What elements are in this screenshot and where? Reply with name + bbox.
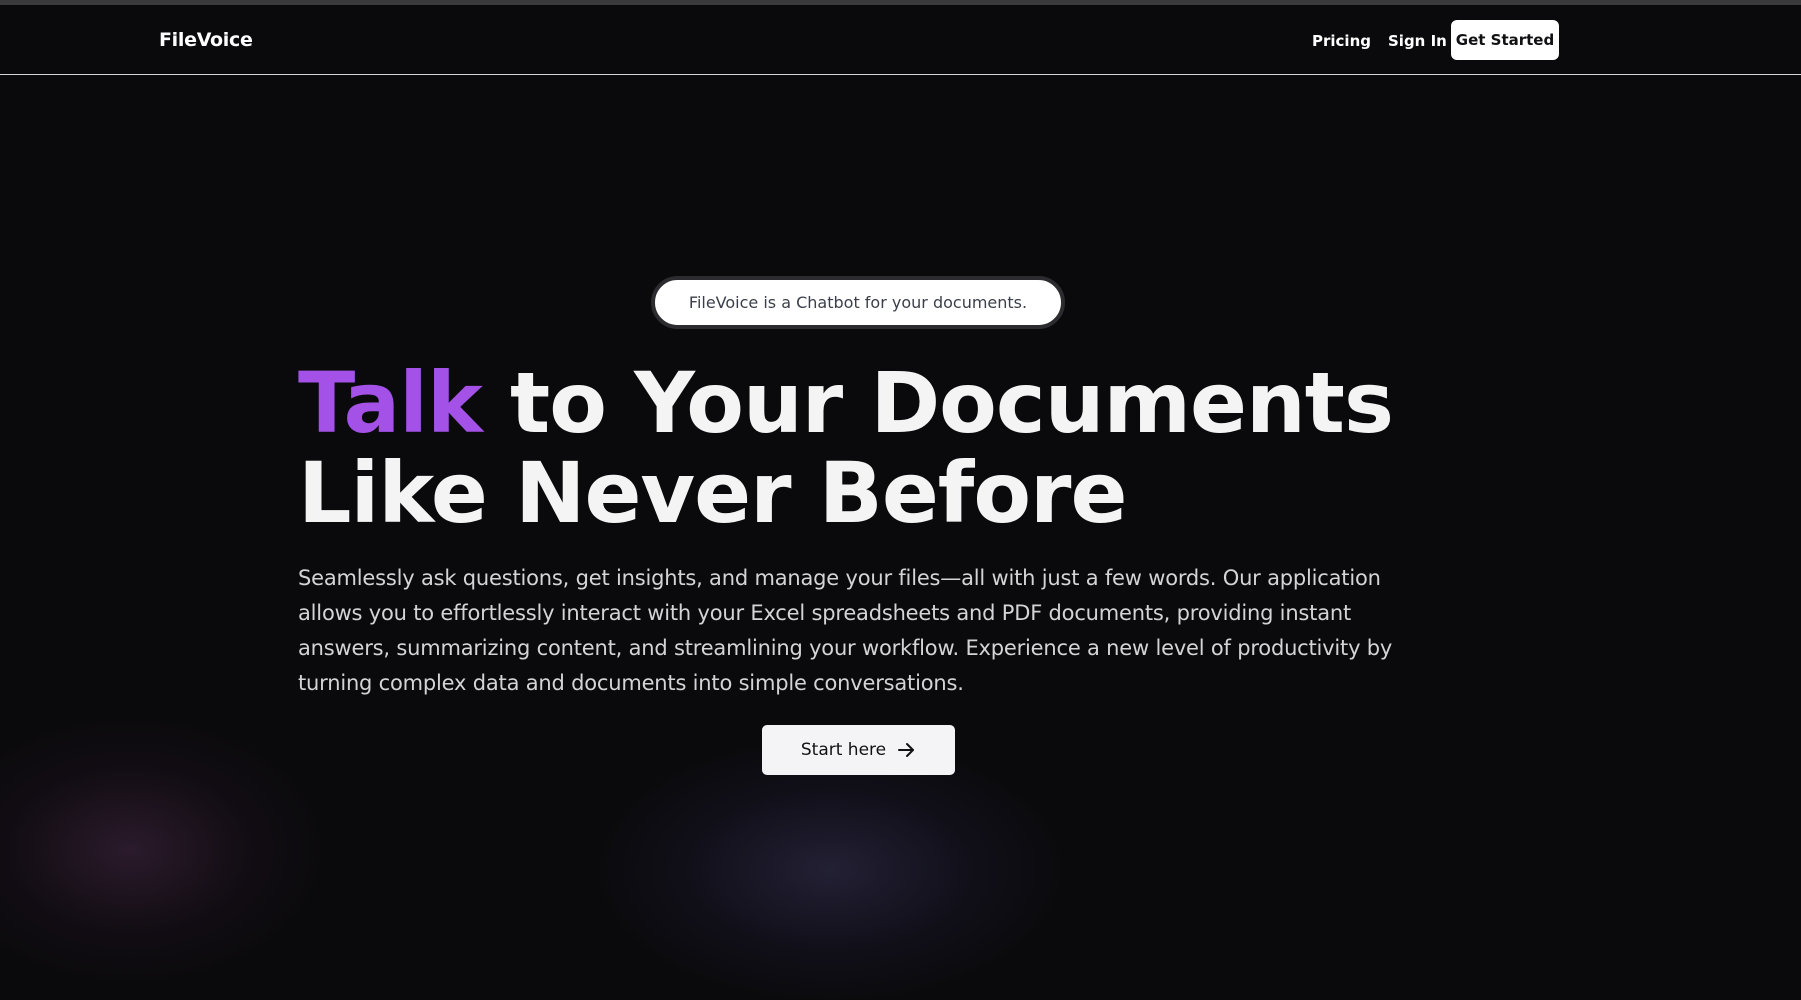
headline-accent-word: Talk: [298, 354, 483, 452]
start-here-button[interactable]: Start here: [762, 725, 955, 775]
start-here-label: Start here: [800, 740, 887, 760]
background-glow-left: [0, 720, 320, 980]
get-started-button[interactable]: Get Started: [1451, 20, 1559, 60]
nav-link-pricing[interactable]: Pricing: [1312, 32, 1371, 50]
background-glow-center: [600, 740, 1060, 1000]
hero-description: Seamlessly ask questions, get insights, …: [298, 566, 1393, 695]
arrow-right-icon: [896, 740, 916, 760]
nav-link-sign-in[interactable]: Sign In: [1388, 32, 1447, 50]
tagline-badge-text: FileVoice is a Chatbot for your document…: [688, 293, 1028, 312]
hero-headline: Talk to Your Documents Like Never Before: [298, 358, 1448, 538]
top-navbar: FileVoice Pricing Sign In Get Started: [0, 5, 1801, 75]
headline-line2: Like Never Before: [298, 444, 1127, 542]
headline-line1-rest: to Your Documents: [481, 354, 1394, 452]
brand-logo[interactable]: FileVoice: [159, 29, 253, 51]
tagline-badge: FileVoice is a Chatbot for your document…: [651, 276, 1065, 329]
